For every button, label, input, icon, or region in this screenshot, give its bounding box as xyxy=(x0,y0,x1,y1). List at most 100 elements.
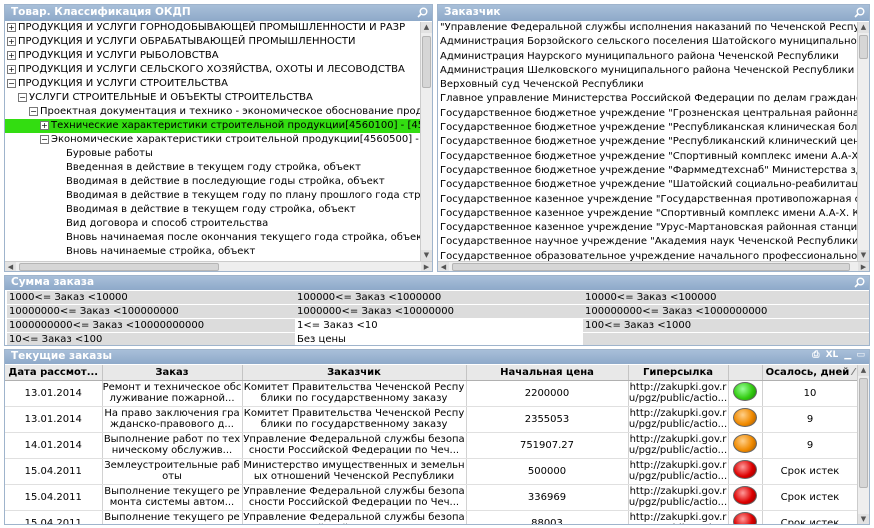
link-cell[interactable]: http://zakupki.gov.ru/pgz/public/actio..… xyxy=(628,484,729,511)
sum-option[interactable]: Без цены xyxy=(295,333,583,345)
sum-option[interactable]: 1000000000<= Заказ <10000000000 xyxy=(7,319,295,332)
scroll-up-icon[interactable]: ▲ xyxy=(858,22,869,33)
list-item[interactable]: Государственное казенное учреждение "Уру… xyxy=(438,221,859,235)
scroll-up-icon[interactable]: ▲ xyxy=(858,365,869,376)
tree-item[interactable]: + ПРОДУКЦИЯ И УСЛУГИ ОБРАБАТЫВАЮЩЕЙ ПРОМЫ… xyxy=(5,35,432,49)
column-header[interactable]: Заказ xyxy=(102,365,243,381)
tree-item[interactable]: − ПРОДУКЦИЯ И УСЛУГИ СТРОИТЕЛЬСТВА xyxy=(5,77,432,91)
list-item[interactable]: Государственное казенное учреждение "Гос… xyxy=(438,193,859,207)
hyperlink[interactable]: http://zakupki.gov.ru/pgz/public/actio..… xyxy=(629,512,727,524)
scroll-right-icon[interactable]: ▶ xyxy=(858,262,869,271)
tree-item[interactable]: + ПРОДУКЦИЯ И УСЛУГИ РЫБОЛОВСТВА xyxy=(5,49,432,63)
maximize-icon[interactable]: ▭ xyxy=(856,350,865,360)
tree-item[interactable]: Вводимая в действие в текущем году строй… xyxy=(5,203,432,217)
column-header[interactable]: Заказчик xyxy=(242,365,467,381)
search-icon[interactable] xyxy=(854,7,865,21)
collapse-icon[interactable]: − xyxy=(29,106,38,116)
sum-option[interactable]: 10000<= Заказ <100000 xyxy=(583,291,869,304)
link-cell[interactable]: http://zakupki.gov.ru/pgz/public/actio..… xyxy=(628,458,729,485)
scroll-left-icon[interactable]: ◀ xyxy=(5,262,16,271)
list-item[interactable]: Государственное бюджетное учреждение "Сп… xyxy=(438,150,859,164)
table-row[interactable]: 15.04.2011 Выполнение текущего ремонта с… xyxy=(5,484,859,511)
link-cell[interactable]: http://zakupki.gov.ru/pgz/public/actio..… xyxy=(628,380,729,407)
sum-option[interactable]: 100000<= Заказ <1000000 xyxy=(295,291,583,304)
tree-item[interactable]: Вновь начинаемые стройка, объект xyxy=(5,245,432,259)
tree-item[interactable]: − Экономические характеристики строительн… xyxy=(5,133,432,147)
list-item[interactable]: Государственное бюджетное учреждение "Фа… xyxy=(438,164,859,178)
sum-option[interactable]: 100000000<= Заказ <1000000000 xyxy=(583,305,869,318)
list-item[interactable]: Администрация Борзойского сельского посе… xyxy=(438,35,859,49)
tree-item[interactable]: Вводимая в действие в последующие годы с… xyxy=(5,175,432,189)
tree-item[interactable]: Вид договора и способ строительства xyxy=(5,217,432,231)
search-icon[interactable] xyxy=(417,7,428,21)
sum-option[interactable]: 100<= Заказ <1000 xyxy=(583,319,869,332)
tree-item-selected[interactable]: + Технические характеристики строительной… xyxy=(5,119,432,133)
column-header[interactable]: Осалось, дней ⁄ xyxy=(762,365,859,381)
customer-horizontal-scrollbar[interactable]: ◀ ▶ xyxy=(438,261,869,271)
scroll-down-icon[interactable]: ▼ xyxy=(421,250,432,261)
scroll-right-icon[interactable]: ▶ xyxy=(421,262,432,271)
search-icon[interactable] xyxy=(854,277,865,291)
scroll-up-icon[interactable]: ▲ xyxy=(421,22,432,33)
tree-item[interactable]: + ПРОДУКЦИЯ И УСЛУГИ ГОРНОДОБЫВАЮЩЕЙ ПРОМ… xyxy=(5,21,432,35)
list-item[interactable]: Государственное бюджетное учреждение "Ша… xyxy=(438,178,859,192)
hyperlink[interactable]: http://zakupki.gov.ru/pgz/public/actio..… xyxy=(629,408,727,430)
scroll-thumb[interactable] xyxy=(452,263,850,271)
hyperlink[interactable]: http://zakupki.gov.ru/pgz/public/actio..… xyxy=(629,434,727,456)
column-header[interactable] xyxy=(728,365,763,381)
customer-list[interactable]: "Управление Федеральной службы исполнени… xyxy=(438,21,859,264)
list-item[interactable]: Администрация Шелковского муниципального… xyxy=(438,64,859,78)
expand-icon[interactable]: + xyxy=(7,22,16,32)
sum-option[interactable]: 10<= Заказ <100 xyxy=(7,333,295,345)
table-row[interactable]: 13.01.2014 Ремонт и техническое обслужив… xyxy=(5,380,859,407)
tree-item[interactable]: Введенная в действие в текущем году стро… xyxy=(5,161,432,175)
tree-item[interactable]: Буровые работы xyxy=(5,147,432,161)
okdp-horizontal-scrollbar[interactable]: ◀ ▶ xyxy=(5,261,432,271)
tree-item[interactable]: − Проектная документация и технико - экон… xyxy=(5,105,432,119)
tree-item[interactable]: + ПРОДУКЦИЯ И УСЛУГИ СЕЛЬСКОГО ХОЗЯЙСТВА,… xyxy=(5,63,432,77)
scroll-thumb[interactable] xyxy=(422,36,431,88)
list-item[interactable]: "Управление Федеральной службы исполнени… xyxy=(438,21,859,35)
scroll-thumb[interactable] xyxy=(19,263,219,271)
orders-vertical-scrollbar[interactable]: ▲ ▼ xyxy=(857,365,869,524)
customer-vertical-scrollbar[interactable]: ▲ ▼ xyxy=(857,22,869,261)
scroll-thumb[interactable] xyxy=(859,35,868,59)
column-header[interactable]: Дата рассмот... xyxy=(5,365,103,381)
print-icon[interactable]: ⎙ xyxy=(812,350,819,360)
scroll-thumb[interactable] xyxy=(859,378,868,488)
minimize-icon[interactable]: ▁ xyxy=(844,350,851,360)
sum-option[interactable]: 1000<= Заказ <10000 xyxy=(7,291,295,304)
scroll-down-icon[interactable]: ▼ xyxy=(858,250,869,261)
list-item[interactable]: Государственное научное учреждение "Акад… xyxy=(438,235,859,249)
table-row[interactable]: 15.04.2011 Землеустроительные работы Мин… xyxy=(5,458,859,485)
tree-item[interactable]: − УСЛУГИ СТРОИТЕЛЬНЫЕ И ОБЪЕКТЫ СТРОИТЕЛЬ… xyxy=(5,91,432,105)
okdp-tree[interactable]: + ПРОДУКЦИЯ И УСЛУГИ ГОРНОДОБЫВАЮЩЕЙ ПРОМ… xyxy=(5,21,432,259)
link-cell[interactable]: http://zakupki.gov.ru/pgz/public/actio..… xyxy=(628,432,729,459)
column-header[interactable]: Гиперсылка xyxy=(628,365,729,381)
expand-icon[interactable]: + xyxy=(40,120,49,130)
sort-icon[interactable]: ⁄ xyxy=(853,367,855,378)
list-item[interactable]: Государственное казенное учреждение "Спо… xyxy=(438,207,859,221)
collapse-icon[interactable]: − xyxy=(40,134,49,144)
expand-icon[interactable]: + xyxy=(7,50,16,60)
list-item[interactable]: Главное управление Министерства Российск… xyxy=(438,92,859,106)
list-item[interactable]: Государственное бюджетное учреждение "Ре… xyxy=(438,135,859,149)
column-header[interactable]: Начальная цена xyxy=(466,365,629,381)
expand-icon[interactable]: + xyxy=(7,36,16,46)
list-item[interactable]: Администрация Наурского муниципального р… xyxy=(438,50,859,64)
tree-item[interactable]: Вновь начинаемая после окончания текущег… xyxy=(5,231,432,245)
scroll-left-icon[interactable]: ◀ xyxy=(438,262,449,271)
hyperlink[interactable]: http://zakupki.gov.ru/pgz/public/actio..… xyxy=(629,460,727,482)
table-row[interactable]: 14.01.2014 Выполнение работ по техническ… xyxy=(5,432,859,459)
table-row[interactable]: 15.04.2011 Выполнение текущего ремонта с… xyxy=(5,510,859,524)
sum-option[interactable]: 1<= Заказ <10 xyxy=(295,319,583,332)
hyperlink[interactable]: http://zakupki.gov.ru/pgz/public/actio..… xyxy=(629,382,727,404)
list-item[interactable]: Государственное бюджетное учреждение "Гр… xyxy=(438,107,859,121)
list-item[interactable]: Государственное бюджетное учреждение "Ре… xyxy=(438,121,859,135)
link-cell[interactable]: http://zakupki.gov.ru/pgz/public/actio..… xyxy=(628,406,729,433)
sum-option[interactable]: 1000000<= Заказ <10000000 xyxy=(295,305,583,318)
hyperlink[interactable]: http://zakupki.gov.ru/pgz/public/actio..… xyxy=(629,486,727,508)
list-item[interactable]: Верховный суд Чеченской Республики xyxy=(438,78,859,92)
export-xl-button[interactable]: XL xyxy=(826,350,839,360)
tree-item[interactable]: Вводимая в действие в текущем году по пл… xyxy=(5,189,432,203)
